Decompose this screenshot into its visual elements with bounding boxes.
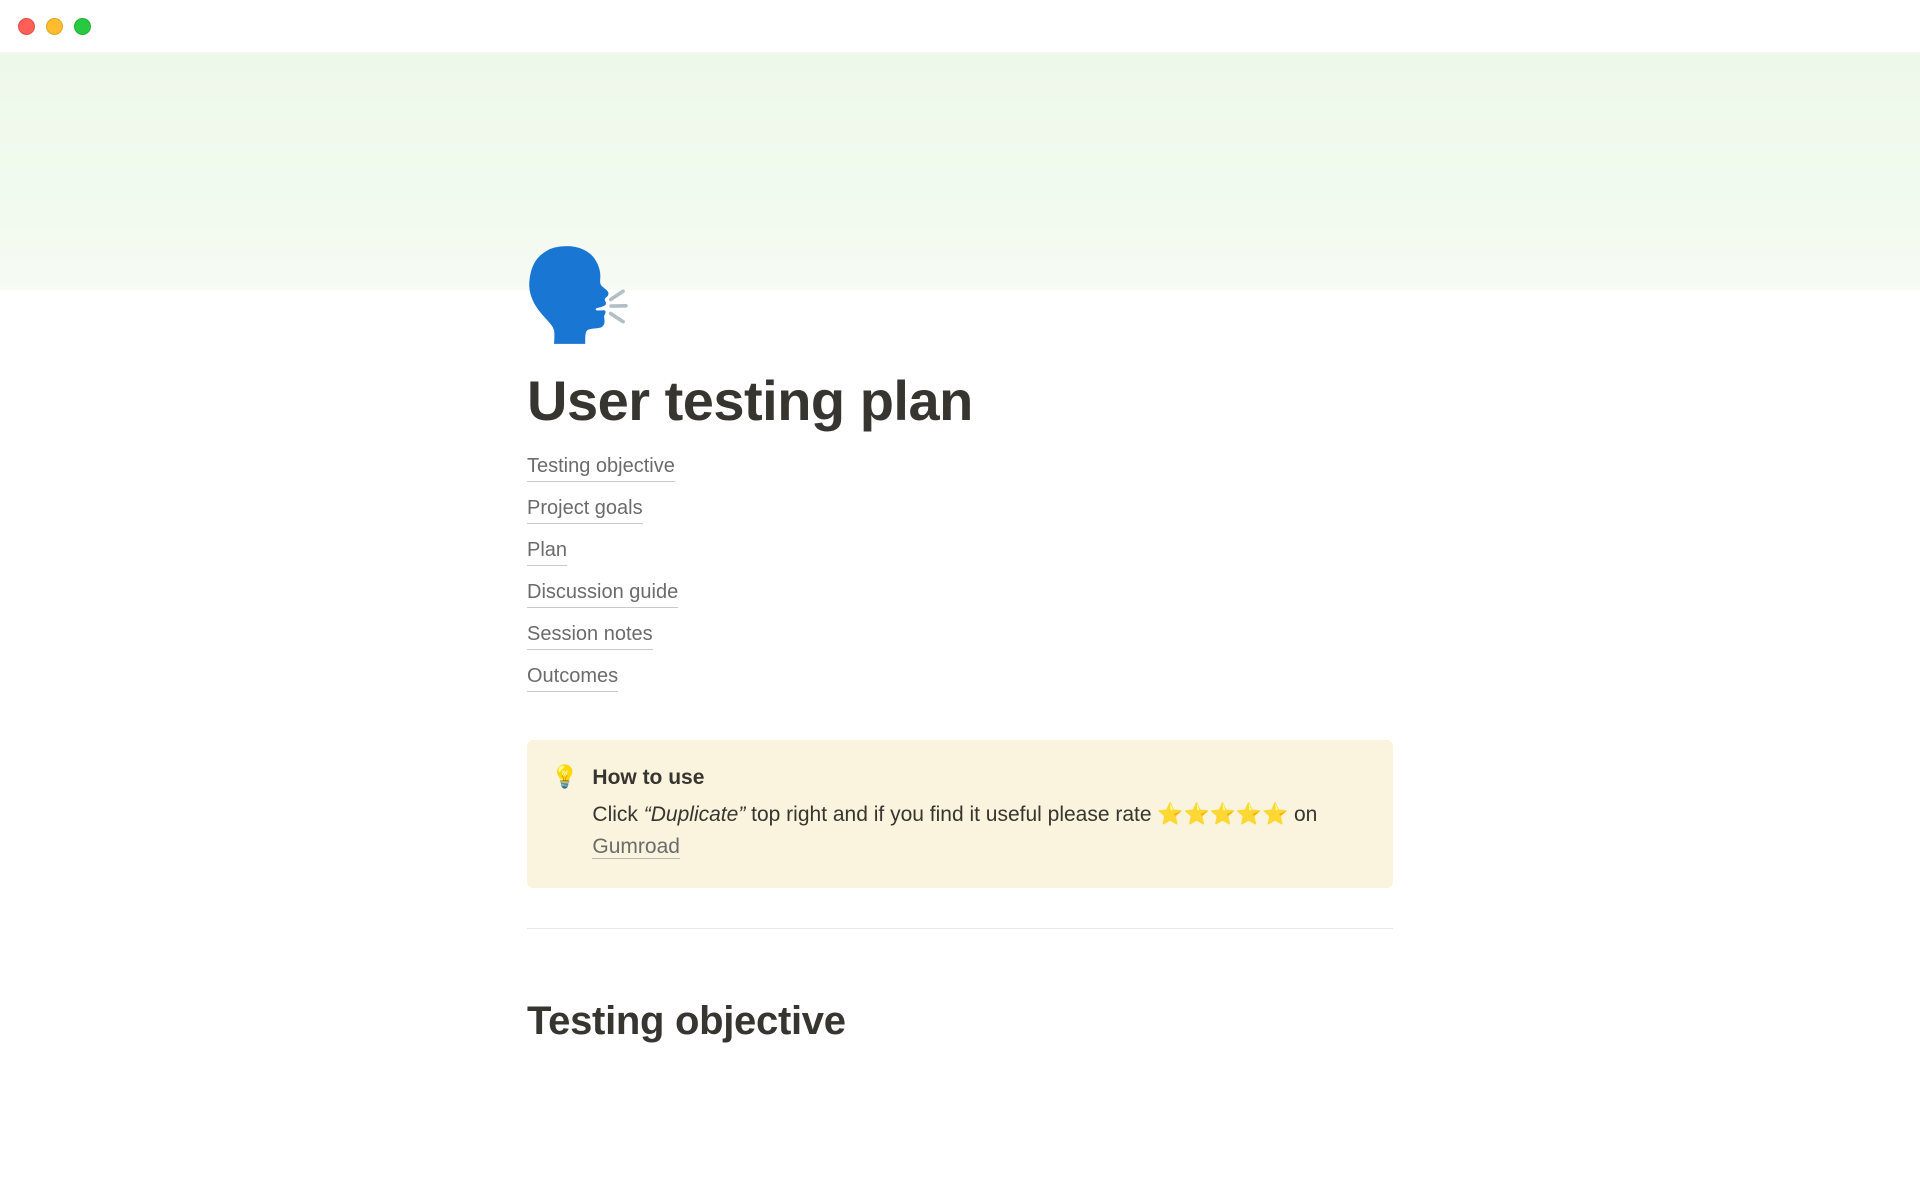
callout-stars: ⭐️⭐️⭐️⭐️⭐️ [1157, 803, 1288, 826]
callout-on-text: on [1288, 803, 1317, 826]
callout-body: How to use Click “Duplicate” top right a… [592, 762, 1369, 864]
callout-quote-open: “ [644, 803, 651, 826]
page-title[interactable]: User testing plan [527, 368, 1393, 433]
page-content: 🗣️ User testing plan Testing objective P… [487, 290, 1433, 1204]
callout-text-mid: top right and if you find it useful plea… [745, 803, 1157, 826]
speaking-head-icon: 🗣️ [521, 251, 633, 341]
page-emoji-icon[interactable]: 🗣️ [527, 246, 627, 346]
how-to-use-callout[interactable]: 💡 How to use Click “Duplicate” top right… [527, 740, 1393, 888]
toc-link-session-notes[interactable]: Session notes [527, 619, 653, 650]
callout-title: How to use [592, 762, 1369, 795]
zoom-window-button[interactable] [74, 18, 91, 35]
toc-link-testing-objective[interactable]: Testing objective [527, 451, 675, 482]
lightbulb-icon: 💡 [551, 762, 578, 864]
callout-text-pre: Click [592, 803, 643, 826]
section-heading-testing-objective[interactable]: Testing objective [527, 999, 1393, 1044]
toc-link-outcomes[interactable]: Outcomes [527, 661, 618, 692]
table-of-contents: Testing objective Project goals Plan Dis… [527, 451, 1393, 692]
toc-link-project-goals[interactable]: Project goals [527, 493, 643, 524]
toc-link-discussion-guide[interactable]: Discussion guide [527, 577, 678, 608]
close-window-button[interactable] [18, 18, 35, 35]
toc-link-plan[interactable]: Plan [527, 535, 567, 566]
gumroad-link[interactable]: Gumroad [592, 835, 680, 859]
callout-duplicate-word: Duplicate [651, 803, 739, 826]
window-titlebar [0, 0, 1920, 53]
callout-text: Click “Duplicate” top right and if you f… [592, 799, 1369, 864]
horizontal-divider [527, 928, 1393, 929]
minimize-window-button[interactable] [46, 18, 63, 35]
page-cover[interactable] [0, 53, 1920, 290]
